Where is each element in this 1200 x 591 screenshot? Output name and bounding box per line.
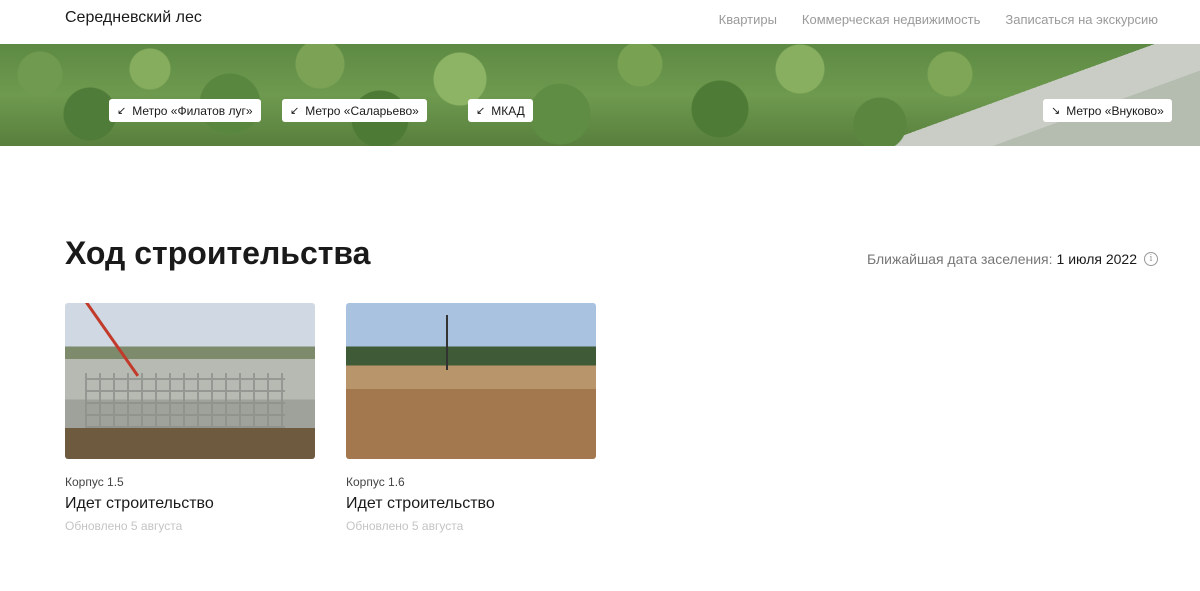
arrow-down-right-icon: ↘ [1051,105,1061,117]
arrow-down-left-icon: ↙ [117,105,127,117]
location-tag-filatov-lug[interactable]: ↙ Метро «Филатов луг» [109,99,261,122]
card-status: Идет строительство [65,495,214,512]
card-corpus: Корпус 1.5 [65,475,124,489]
location-tag-label: МКАД [491,103,525,118]
settlement-date-label: Ближайшая дата заселения: [866,251,1053,267]
nav-link-commercial[interactable]: Коммерческая недвижимость [802,12,980,27]
construction-card-1-6[interactable]: Корпус 1.6 Идет строительство Обновлено … [346,303,596,533]
foundation-grid-shape [85,373,285,428]
location-tag-salaryevo[interactable]: ↙ Метро «Саларьево» [282,99,427,122]
arrow-down-left-icon: ↙ [290,105,300,117]
card-status: Идет строительство [346,495,495,512]
site-header: Середневский лес Квартиры Коммерческая н… [0,0,1200,44]
location-tag-mkad[interactable]: ↙ МКАД [468,99,533,122]
crane-shape [446,315,448,370]
construction-photo [346,303,596,459]
location-tag-label: Метро «Филатов луг» [132,103,253,118]
crane-shape [85,303,140,377]
card-updated: Обновлено 5 августа [346,519,464,533]
info-icon[interactable]: i [1144,252,1158,266]
construction-card-1-5[interactable]: Корпус 1.5 Идет строительство Обновлено … [65,303,315,533]
location-tag-label: Метро «Саларьево» [305,103,419,118]
nav-link-apartments[interactable]: Квартиры [719,12,777,27]
construction-photo [65,303,315,459]
section-title: Ход строительства [65,235,371,271]
arrow-down-left-icon: ↙ [476,105,486,117]
location-tag-vnukovo[interactable]: ↘ Метро «Внуково» [1043,99,1172,122]
location-tag-label: Метро «Внуково» [1066,103,1164,118]
card-corpus: Корпус 1.6 [346,475,405,489]
card-updated: Обновлено 5 августа [65,519,183,533]
settlement-date: Ближайшая дата заселения: 1 июля 2022 i [867,251,1158,267]
settlement-date-value: 1 июля 2022 [1056,251,1137,267]
nav-link-excursion[interactable]: Записаться на экскурсию [1005,12,1158,27]
main-nav: Квартиры Коммерческая недвижимость Запис… [719,12,1158,27]
aerial-forest-banner: ↙ Метро «Филатов луг» ↙ Метро «Саларьево… [0,44,1200,146]
site-logo[interactable]: Середневский лес [65,9,202,27]
